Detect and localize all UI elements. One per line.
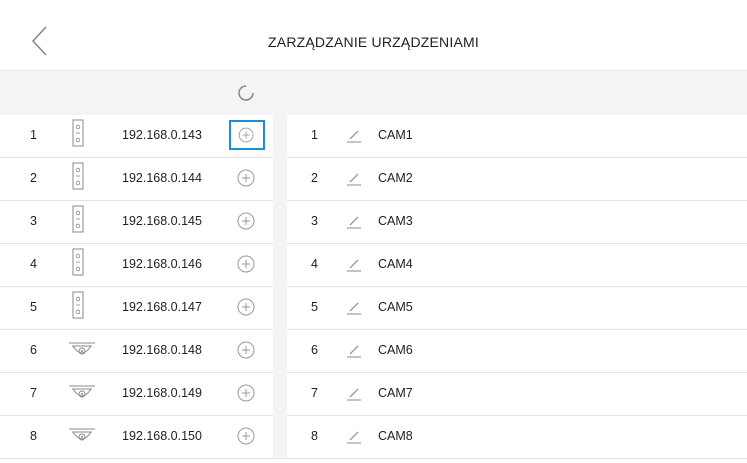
device-ip: 192.168.0.145 — [122, 214, 202, 228]
dome-camera-icon — [66, 329, 95, 372]
door-station-icon — [66, 200, 90, 243]
camera-index: 7 — [311, 386, 318, 400]
device-ip: 192.168.0.143 — [122, 128, 202, 142]
table-row: 4 192.168.0.146 4 CAM4 — [0, 243, 747, 287]
divider — [273, 372, 287, 415]
camera-index: 3 — [311, 214, 318, 228]
device-ip: 192.168.0.144 — [122, 171, 202, 185]
pencil-icon[interactable] — [345, 343, 363, 359]
add-device-button[interactable] — [229, 120, 265, 150]
device-ip: 192.168.0.147 — [122, 300, 202, 314]
divider — [273, 415, 287, 458]
refresh-icon[interactable] — [234, 81, 258, 105]
camera-index: 5 — [311, 300, 318, 314]
door-station-icon — [66, 157, 90, 200]
header: ZARZĄDZANIE URZĄDZENIAMI — [0, 0, 747, 70]
device-index: 2 — [30, 171, 37, 185]
pencil-icon[interactable] — [345, 429, 363, 445]
add-device-button[interactable] — [229, 292, 265, 322]
add-device-button[interactable] — [229, 378, 265, 408]
device-index: 5 — [30, 300, 37, 314]
camera-name: CAM8 — [378, 429, 413, 443]
page-title: ZARZĄDZANIE URZĄDZENIAMI — [268, 34, 479, 50]
table-row: 2 192.168.0.144 2 CAM2 — [0, 157, 747, 201]
device-ip: 192.168.0.150 — [122, 429, 202, 443]
device-index: 1 — [30, 128, 37, 142]
divider — [273, 114, 287, 157]
divider — [273, 243, 287, 286]
add-device-button[interactable] — [229, 206, 265, 236]
divider — [273, 157, 287, 200]
table-row: 7 192.168.0.149 7 CAM7 — [0, 372, 747, 416]
camera-name: CAM3 — [378, 214, 413, 228]
camera-index: 4 — [311, 257, 318, 271]
dome-camera-icon — [66, 415, 95, 458]
table-row: 6 192.168.0.148 6 CAM6 — [0, 329, 747, 373]
pencil-icon[interactable] — [345, 128, 363, 144]
camera-name: CAM7 — [378, 386, 413, 400]
dome-camera-icon — [66, 372, 95, 415]
camera-name: CAM5 — [378, 300, 413, 314]
camera-index: 6 — [311, 343, 318, 357]
add-device-button[interactable] — [229, 335, 265, 365]
table-row: 1 192.168.0.143 1 CAM1 — [0, 114, 747, 158]
pencil-icon[interactable] — [345, 214, 363, 230]
device-index: 3 — [30, 214, 37, 228]
camera-name: CAM2 — [378, 171, 413, 185]
device-index: 8 — [30, 429, 37, 443]
camera-index: 8 — [311, 429, 318, 443]
add-device-button[interactable] — [229, 163, 265, 193]
pencil-icon[interactable] — [345, 171, 363, 187]
camera-index: 2 — [311, 171, 318, 185]
toolbar — [0, 70, 747, 115]
camera-index: 1 — [311, 128, 318, 142]
camera-name: CAM1 — [378, 128, 413, 142]
camera-name: CAM4 — [378, 257, 413, 271]
door-station-icon — [66, 114, 90, 157]
door-station-icon — [66, 286, 90, 329]
device-index: 7 — [30, 386, 37, 400]
table-row: 3 192.168.0.145 3 CAM3 — [0, 200, 747, 244]
camera-name: CAM6 — [378, 343, 413, 357]
divider — [273, 200, 287, 243]
divider — [273, 286, 287, 329]
device-index: 4 — [30, 257, 37, 271]
add-device-button[interactable] — [229, 421, 265, 451]
add-device-button[interactable] — [229, 249, 265, 279]
pencil-icon[interactable] — [345, 300, 363, 316]
device-index: 6 — [30, 343, 37, 357]
pencil-icon[interactable] — [345, 257, 363, 273]
device-ip: 192.168.0.149 — [122, 386, 202, 400]
door-station-icon — [66, 243, 90, 286]
device-ip: 192.168.0.148 — [122, 343, 202, 357]
device-ip: 192.168.0.146 — [122, 257, 202, 271]
table-row: 8 192.168.0.150 8 CAM8 — [0, 415, 747, 459]
table-row: 5 192.168.0.147 5 CAM5 — [0, 286, 747, 330]
divider — [273, 329, 287, 372]
pencil-icon[interactable] — [345, 386, 363, 402]
